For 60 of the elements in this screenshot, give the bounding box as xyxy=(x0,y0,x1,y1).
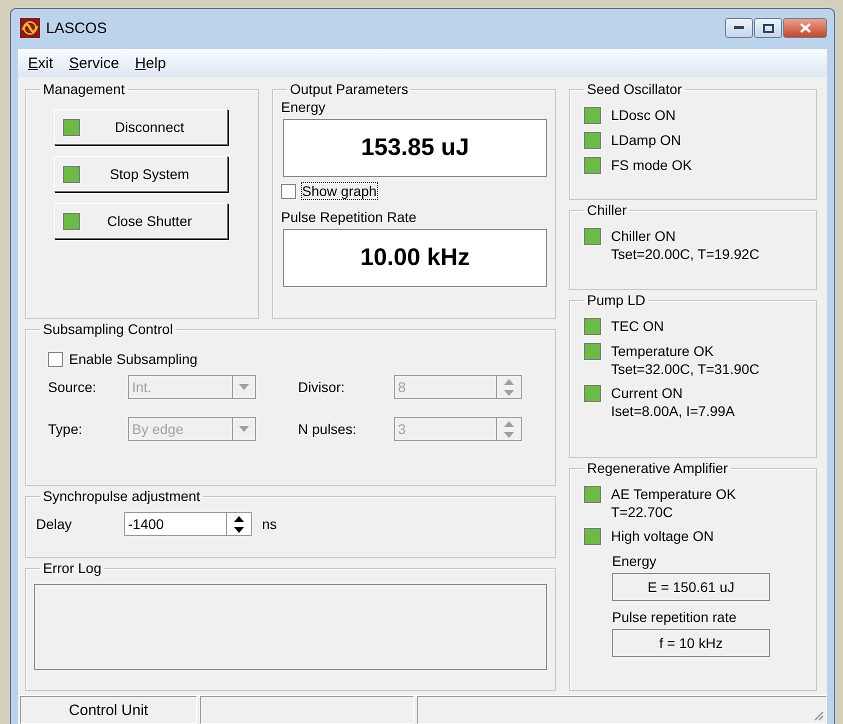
status-label: AE Temperature OK xyxy=(611,486,736,502)
readout-value: f = 10 kHz xyxy=(612,629,770,657)
menu-item[interactable]: Exit xyxy=(28,54,54,72)
unit-label: ns xyxy=(262,516,277,532)
status-detail: Tset=20.00C, T=19.92C xyxy=(611,246,760,262)
readout-label: Pulse repetition rate xyxy=(612,609,738,625)
field-label: Type: xyxy=(48,421,84,437)
menu-item[interactable]: Help xyxy=(135,54,166,72)
field-label: Divisor: xyxy=(298,379,346,395)
group-title: Subsampling Control xyxy=(42,321,174,337)
status-label: Temperature OK xyxy=(611,343,715,359)
group-title: Output Parameters xyxy=(289,81,410,97)
up-arrow-icon[interactable] xyxy=(234,516,244,522)
command-button[interactable]: Disconnect xyxy=(54,109,228,145)
down-arrow-icon[interactable] xyxy=(234,526,244,532)
resize-grip-icon[interactable] xyxy=(812,709,824,721)
close-icon xyxy=(800,23,810,33)
group-title: Seed Oscillator xyxy=(586,81,683,97)
menu-item[interactable]: Service xyxy=(69,54,120,72)
status-pane: Control Unit xyxy=(20,696,197,724)
readout-label: Energy xyxy=(612,553,658,569)
status-label: TEC ON xyxy=(611,318,664,334)
log-area[interactable] xyxy=(34,584,547,670)
spin-field[interactable]: -1400 xyxy=(124,512,252,536)
checkbox[interactable] xyxy=(48,352,63,366)
status-label: Chiller ON xyxy=(611,228,677,244)
status-label: High voltage ON xyxy=(611,528,714,544)
field-label: Energy xyxy=(281,99,326,115)
group-title: Pump LD xyxy=(586,292,646,308)
group-title: Error Log xyxy=(42,560,102,576)
checkbox-label: Show graph xyxy=(302,183,377,199)
minimize-icon xyxy=(734,26,744,30)
readout-value: E = 150.61 uJ xyxy=(612,573,770,601)
energy-display: 153.85 uJ xyxy=(283,119,547,177)
status-label: FS mode OK xyxy=(611,157,692,173)
field-label: Pulse Repetition Rate xyxy=(281,209,416,225)
status-label: LDosc ON xyxy=(611,107,676,123)
status-label: Current ON xyxy=(611,385,684,401)
field-label: N pulses: xyxy=(298,421,358,437)
maximize-button[interactable] xyxy=(754,18,782,38)
group-title: Chiller xyxy=(586,202,628,218)
checkbox-label: Enable Subsampling xyxy=(69,351,198,367)
window-title: LASCOS xyxy=(46,20,108,36)
status-detail: Iset=8.00A, I=7.99A xyxy=(611,403,735,419)
status-label: LDamp ON xyxy=(611,132,682,148)
app-logo-icon xyxy=(20,18,40,38)
status-detail: T=22.70C xyxy=(611,504,674,520)
close-button[interactable] xyxy=(783,18,827,38)
field-label: Source: xyxy=(48,379,98,395)
group-title: Management xyxy=(42,81,126,97)
maximize-icon xyxy=(762,24,774,32)
status-detail: Tset=32.00C, T=31.90C xyxy=(611,361,760,377)
command-button[interactable]: Stop System xyxy=(54,156,228,192)
command-button[interactable]: Close Shutter xyxy=(54,203,228,239)
group-title: Synchropulse adjustment xyxy=(42,488,202,504)
rate-display: 10.00 kHz xyxy=(283,229,547,287)
group-title: Regenerative Amplifier xyxy=(586,460,729,476)
field-label: Delay xyxy=(36,516,73,532)
minimize-button[interactable] xyxy=(725,18,753,38)
checkbox[interactable] xyxy=(281,184,296,198)
